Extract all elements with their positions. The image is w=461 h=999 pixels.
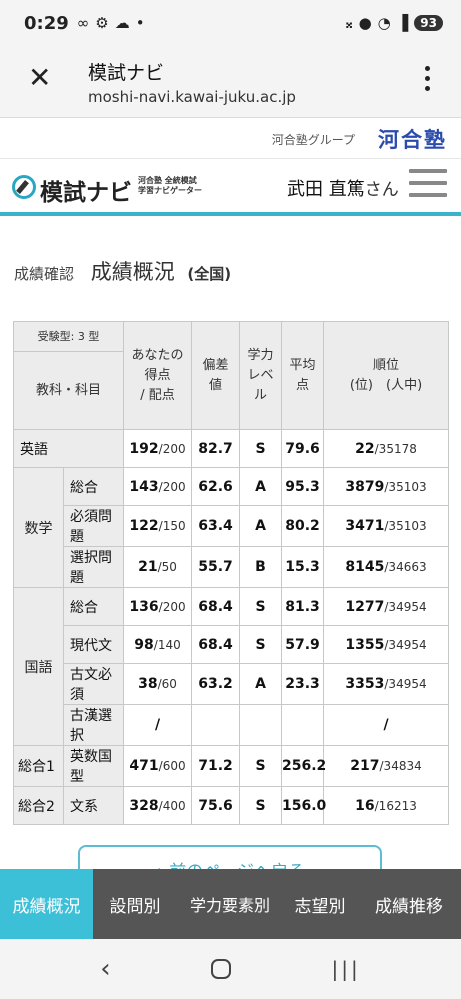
subject-math: 数学 [13, 467, 64, 588]
results-table-wrap: 受験型: 3 型 あなたの 得点 / 配点 偏差値 学力 レベル 平均点 順位 (位) … [12, 321, 450, 825]
nav-back-icon[interactable]: ‹ [100, 954, 110, 984]
user-name: 武田 直篤さん [287, 179, 399, 200]
rank-header: 順位 (位) (人中) [323, 321, 450, 430]
link-icon: ∞ [76, 14, 90, 32]
tab-skill-elements[interactable]: 学力要素別 [177, 869, 283, 939]
page-title: 成績確認 成績概況 (全国) [14, 256, 231, 286]
group-bar: 河合塾グループ 河合塾 [0, 118, 461, 158]
table-row: 数学 総合 143/200 62.6 A 95.3 3879/35103 [13, 467, 450, 588]
location-icon: ● [358, 14, 372, 32]
status-bar: 0:29 ∞ ⚙ ☁ • 𝄪 ● ◔ ▐ 93 [0, 0, 461, 46]
table-row: 必須問題 122/150 63.4 A 80.2 3471/35103 [14, 505, 450, 547]
nav-recents-icon[interactable]: ||| [332, 957, 361, 981]
deviation-header: 偏差値 [191, 321, 241, 430]
status-left-icons: ∞ ⚙ ☁ • [77, 14, 145, 32]
subject-japanese: 国語 [13, 587, 64, 746]
subject-english: 英語 [12, 429, 125, 468]
table-row: 総合2 文系 328/400 75.6 S 156.0 16/16213 [13, 786, 450, 825]
table-row: 古漢選択 / / [14, 704, 450, 746]
dot-icon: • [135, 14, 145, 32]
subject-total2: 総合2 [13, 786, 64, 825]
breadcrumb[interactable]: 成績確認 [14, 265, 74, 283]
status-time: 0:29 [24, 12, 69, 34]
nav-home-icon[interactable] [211, 959, 232, 979]
signal-icon: ▐ [396, 14, 409, 32]
table-row: 古文必須 38/60 63.2 A 23.3 3353/34954 [14, 663, 450, 705]
status-right-icons: 𝄪 ● ◔ ▐ 93 [346, 14, 443, 32]
subject-total1: 総合1 [13, 745, 64, 787]
table-row: 現代文 98/140 68.4 S 57.9 1355/34954 [14, 625, 450, 664]
logo-pen-icon [12, 175, 36, 199]
tab-trend[interactable]: 成績推移 [357, 869, 461, 939]
site-header: 模試ナビ 河合塾 全統模試 学習ナビゲーター 武田 直篤さん [0, 158, 461, 216]
table-row: 英語 192/200 82.7 S 79.6 22/35178 [12, 429, 450, 468]
exam-type-header: 受験型: 3 型 [12, 321, 125, 352]
page-heading: 成績概況 [90, 260, 175, 284]
system-nav-bar: ‹ ||| [0, 939, 461, 999]
average-header: 平均点 [281, 321, 325, 430]
score-header: あなたの 得点 / 配点 [123, 321, 193, 430]
group-label: 河合塾グループ [271, 133, 355, 147]
subject-header: 教科・科目 [12, 351, 125, 430]
mute-icon: 𝄪 [345, 14, 353, 32]
close-icon[interactable]: ✕ [28, 64, 51, 92]
page-scope: (全国) [187, 265, 232, 283]
browser-title: 模試ナビ [88, 62, 165, 84]
level-header: 学力 レベル [239, 321, 283, 430]
results-table: 受験型: 3 型 あなたの 得点 / 配点 偏差値 学力 レベル 平均点 順位 (位) … [12, 321, 450, 825]
bottom-tab-bar: 成績概況 設問別 学力要素別 志望別 成績推移 [0, 869, 461, 939]
logo-subtitle: 河合塾 全統模試 学習ナビゲーター [138, 176, 202, 195]
table-row: 選択問題 21/50 55.7 B 15.3 8145/34663 [14, 546, 450, 588]
gear-icon: ⚙ [95, 14, 109, 32]
more-menu-icon[interactable] [425, 66, 431, 94]
kawai-logo[interactable]: 河合塾 [378, 124, 447, 154]
hamburger-menu-icon[interactable] [409, 169, 447, 201]
table-row: 国語 総合 136/200 68.4 S 81.3 1277/34954 [13, 587, 450, 746]
battery-indicator: 93 [414, 15, 443, 31]
tab-questions[interactable]: 設問別 [93, 869, 177, 939]
site-logo[interactable]: 模試ナビ [40, 173, 132, 207]
browser-toolbar: ✕ 模試ナビ moshi-navi.kawai-juku.ac.jp [0, 46, 461, 118]
wifi-icon: ◔ [377, 14, 391, 32]
table-row: 総合1 英数国型 471/600 71.2 S 256.2 217/34834 [13, 745, 450, 787]
browser-url[interactable]: moshi-navi.kawai-juku.ac.jp [88, 88, 296, 106]
tab-summary[interactable]: 成績概況 [0, 869, 93, 939]
tab-preferences[interactable]: 志望別 [283, 869, 357, 939]
cloud-icon: ☁ [114, 14, 130, 32]
